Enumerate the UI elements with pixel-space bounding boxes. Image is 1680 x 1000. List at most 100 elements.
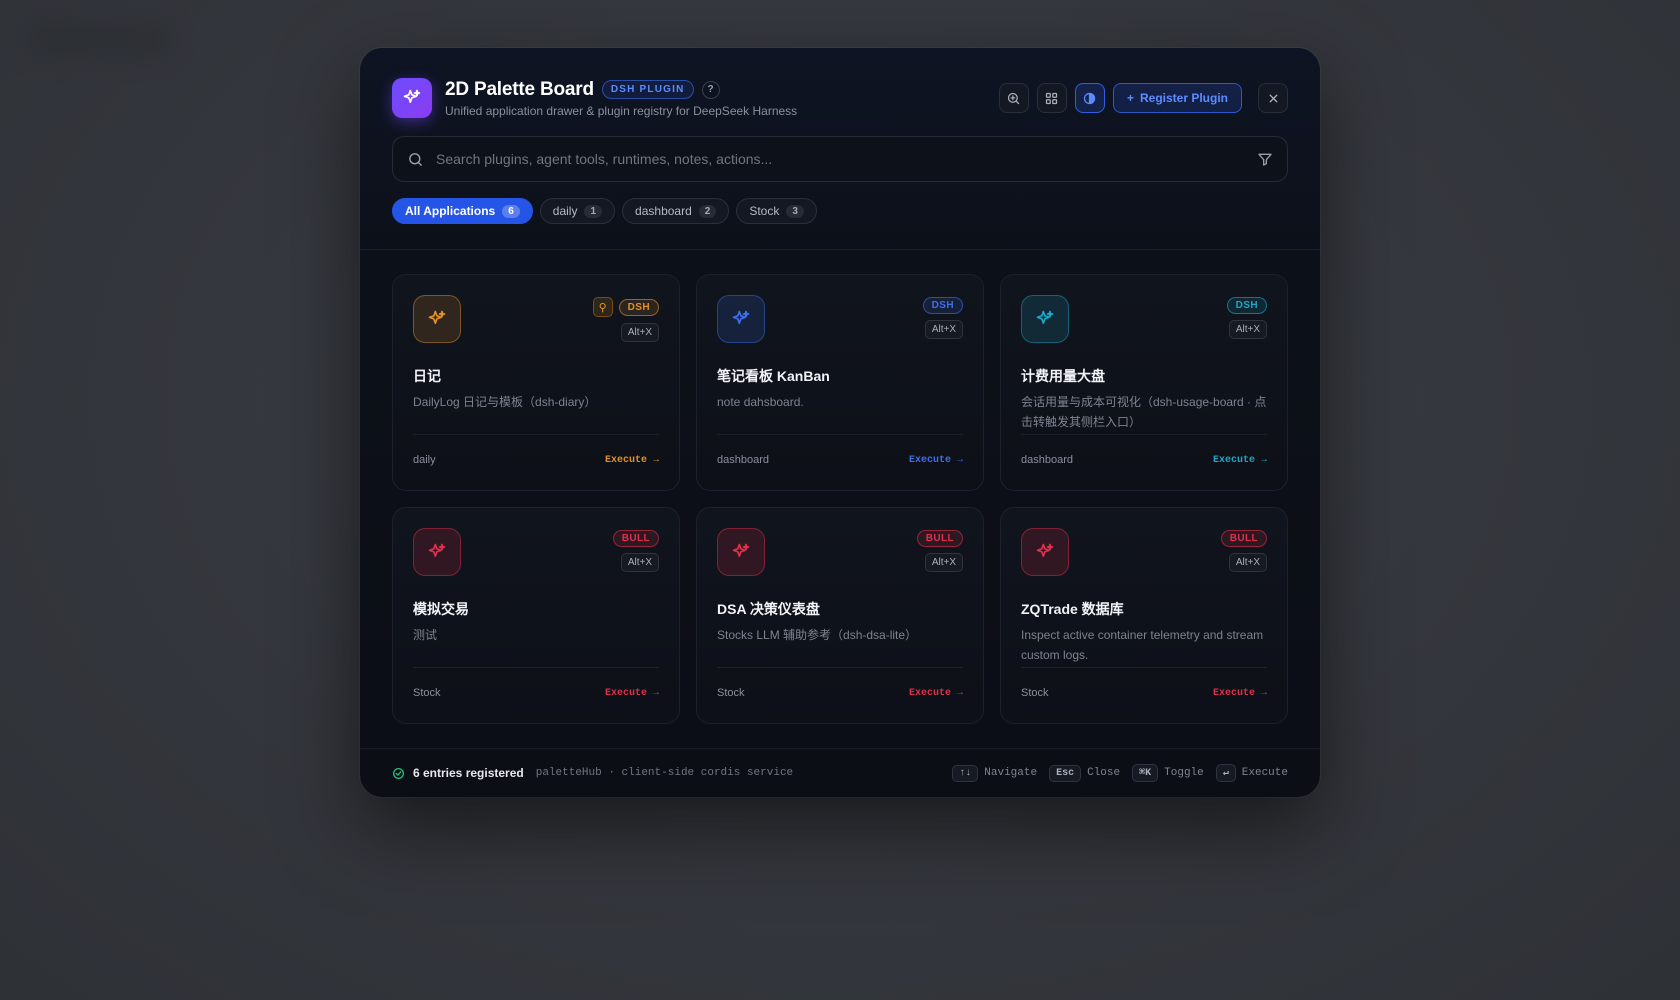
card-description: note dahsboard.: [717, 395, 804, 409]
hint-execute: ↵ Execute: [1215, 764, 1288, 782]
card-divider: [1021, 434, 1267, 435]
theme-toggle-button[interactable]: [1074, 83, 1105, 113]
zoom-icon: [1008, 92, 1020, 104]
modal-footer: 6 entries registered paletteHub · client…: [392, 749, 1288, 797]
app-card-sim-trading[interactable]: BULL Alt+X 模拟交易 测试 Stock Execute →: [392, 507, 680, 724]
execute-button[interactable]: Execute →: [909, 688, 963, 699]
card-divider: [413, 434, 659, 435]
card-title: 模拟交易: [413, 601, 469, 617]
source-badge: DSH: [922, 297, 963, 314]
card-footer: dashboard Execute →: [717, 454, 963, 466]
card-footer: Stock Execute →: [413, 687, 659, 699]
card-category: dashboard: [1021, 454, 1073, 466]
execute-button[interactable]: Execute →: [605, 455, 659, 466]
check-circle-icon: [392, 767, 405, 779]
plus-icon: +: [1126, 91, 1134, 105]
source-badge: DSH: [1226, 297, 1267, 314]
tab-stock[interactable]: Stock 3: [736, 198, 817, 224]
execute-button[interactable]: Execute →: [1213, 688, 1267, 699]
app-card-diary[interactable]: ⚲ DSH Alt+X 日记 DailyLog 日记与模板（dsh-diary）…: [392, 274, 680, 491]
modal-header: 2D Palette Board DSH PLUGIN ? Unified ap…: [392, 76, 1288, 120]
card-footer: Stock Execute →: [717, 687, 963, 699]
execute-button[interactable]: Execute →: [605, 688, 659, 699]
app-card-icon: [413, 528, 461, 576]
register-plugin-label: Register Plugin: [1139, 91, 1228, 105]
backdrop-blur-shape: [30, 25, 170, 55]
page-subtitle: Unified application drawer & plugin regi…: [445, 103, 798, 118]
tab-count: 6: [502, 204, 520, 218]
search-input[interactable]: [436, 151, 1257, 167]
shortcut-badge: Alt+X: [1228, 320, 1267, 339]
shortcut-badge: Alt+X: [924, 320, 963, 339]
entries-count: 6 entries registered: [413, 766, 524, 780]
sparkle-icon: [732, 543, 750, 557]
sparkle-logo-icon: [392, 78, 432, 118]
card-category: daily: [413, 454, 436, 466]
app-grid: ⚲ DSH Alt+X 日记 DailyLog 日记与模板（dsh-diary）…: [392, 274, 1288, 724]
app-card-zqtrade-db[interactable]: BULL Alt+X ZQTrade 数据库 Inspect active co…: [1000, 507, 1288, 724]
close-button[interactable]: [1258, 83, 1288, 113]
card-divider: [717, 667, 963, 668]
card-footer: dashboard Execute →: [1021, 454, 1267, 466]
card-title: DSA 决策仪表盘: [717, 601, 820, 617]
execute-button[interactable]: Execute →: [909, 455, 963, 466]
tab-label: dashboard: [635, 204, 692, 218]
tab-count: 1: [584, 204, 603, 218]
filter-icon[interactable]: [1257, 151, 1273, 167]
card-description: DailyLog 日记与模板（dsh-diary）: [413, 395, 597, 409]
card-description: 测试: [413, 628, 438, 642]
hint-navigate: ↑↓ Navigate: [952, 764, 1037, 782]
grid-view-button[interactable]: [1036, 83, 1067, 113]
shortcut-badge: Alt+X: [620, 323, 659, 342]
tab-daily[interactable]: daily 1: [539, 198, 616, 224]
card-meta: DSH Alt+X: [1226, 297, 1267, 339]
card-footer: daily Execute →: [413, 454, 659, 466]
sparkle-icon: [1036, 543, 1054, 557]
card-title: 笔记看板 KanBan: [717, 368, 830, 384]
hint-toggle: ⌘K Toggle: [1132, 764, 1204, 782]
app-card-icon: [717, 528, 765, 576]
sparkle-icon: [428, 543, 446, 557]
app-card-icon: [1021, 295, 1069, 343]
hint-label: Close: [1087, 767, 1121, 779]
plugin-badge: DSH PLUGIN: [601, 80, 694, 99]
shortcut-badge: Alt+X: [620, 553, 659, 572]
palette-modal: 2D Palette Board DSH PLUGIN ? Unified ap…: [360, 48, 1320, 797]
shortcut-badge: Alt+X: [924, 553, 963, 572]
hint-label: Toggle: [1164, 767, 1204, 779]
sparkle-icon: [1036, 310, 1054, 324]
kbd-key: Esc: [1049, 764, 1082, 782]
card-description: Inspect active container telemetry and s…: [1021, 628, 1264, 662]
tab-dashboard[interactable]: dashboard 2: [622, 198, 730, 224]
source-badge: BULL: [916, 530, 963, 547]
app-card-kanban[interactable]: DSH Alt+X 笔记看板 KanBan note dahsboard. da…: [696, 274, 984, 491]
zoom-button[interactable]: [998, 83, 1029, 113]
kbd-key: ↵: [1215, 764, 1236, 782]
app-card-icon: [413, 295, 461, 343]
card-title: 计费用量大盘: [1021, 368, 1105, 384]
execute-button[interactable]: Execute →: [1213, 455, 1267, 466]
help-icon[interactable]: ?: [701, 80, 720, 99]
card-description: 会话用量与成本可视化（dsh-usage-board · 点击转触发其侧栏入口）: [1021, 395, 1267, 429]
card-category: Stock: [717, 687, 745, 699]
close-icon: [1269, 94, 1277, 102]
tab-count: 2: [698, 204, 717, 218]
card-divider: [717, 434, 963, 435]
kbd-key: ⌘K: [1132, 764, 1159, 782]
card-category: Stock: [1021, 687, 1049, 699]
source-badge: DSH: [618, 298, 659, 316]
app-card-dsa-dashboard[interactable]: BULL Alt+X DSA 决策仪表盘 Stocks LLM 辅助参考（dsh…: [696, 507, 984, 724]
header-actions: + Register Plugin: [998, 83, 1288, 113]
pin-icon[interactable]: ⚲: [592, 297, 613, 317]
tab-all-applications[interactable]: All Applications 6: [392, 198, 533, 224]
app-card-usage-board[interactable]: DSH Alt+X 计费用量大盘 会话用量与成本可视化（dsh-usage-bo…: [1000, 274, 1288, 491]
card-category: Stock: [413, 687, 441, 699]
sparkle-icon: [732, 310, 750, 324]
tab-label: All Applications: [405, 204, 496, 218]
tab-count: 3: [786, 204, 804, 218]
card-category: dashboard: [717, 454, 769, 466]
app-card-icon: [1021, 528, 1069, 576]
card-footer: Stock Execute →: [1021, 687, 1267, 699]
contrast-icon: [1084, 92, 1096, 104]
register-plugin-button[interactable]: + Register Plugin: [1112, 83, 1242, 113]
